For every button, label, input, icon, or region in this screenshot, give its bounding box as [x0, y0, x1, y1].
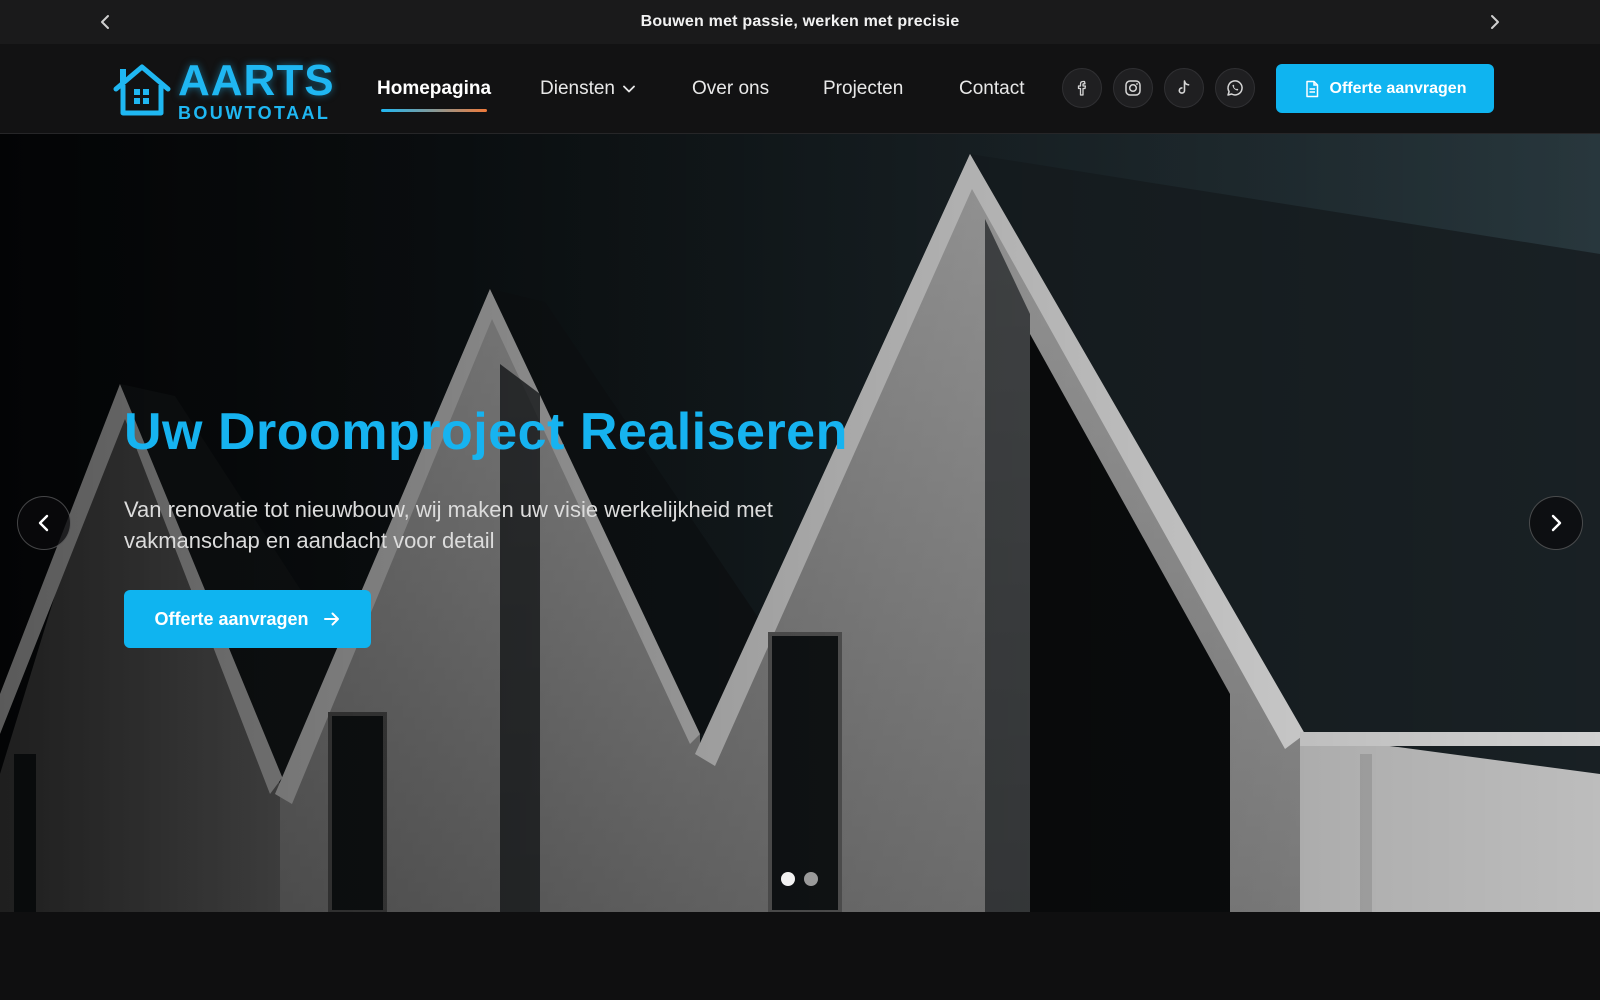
chevron-right-icon — [1491, 15, 1499, 29]
nav-item-label: Over ons — [692, 78, 770, 99]
chevron-down-icon — [623, 85, 635, 93]
whatsapp-button[interactable] — [1215, 68, 1255, 108]
announcement-next-button[interactable] — [1485, 12, 1505, 32]
chevron-left-icon — [101, 15, 109, 29]
site-header: AARTS BOUWTOTAAL Homepagina Diensten Ove… — [0, 44, 1600, 134]
hero-subtitle: Van renovatie tot nieuwbouw, wij maken u… — [124, 497, 773, 553]
slider-prev-button[interactable] — [17, 496, 71, 550]
logo-sub-text: BOUWTOTAAL — [178, 102, 331, 123]
hero-title: Uw Droomproject Realiseren — [124, 403, 848, 461]
nav-item-label: Projecten — [823, 78, 904, 99]
slider-dot-1[interactable] — [781, 872, 795, 886]
instagram-icon — [1125, 80, 1141, 96]
nav-item-label: Diensten — [540, 78, 615, 99]
hero-slider: Uw Droomproject Realiseren Van renovatie… — [0, 134, 1600, 912]
facebook-icon — [1077, 80, 1087, 96]
nav-item-label: Homepagina — [377, 78, 492, 99]
nav-item-diensten[interactable]: Diensten — [540, 44, 635, 134]
facebook-button[interactable] — [1062, 68, 1102, 108]
nav-item-projecten[interactable]: Projecten — [823, 44, 903, 134]
header-quote-button[interactable]: Offerte aanvragen — [1276, 64, 1494, 113]
hero-quote-button-label: Offerte aanvragen — [154, 608, 309, 629]
hero-quote-button[interactable]: Offerte aanvragen — [124, 590, 371, 648]
page-below-fold — [0, 912, 1600, 1000]
whatsapp-icon — [1227, 80, 1243, 96]
instagram-button[interactable] — [1113, 68, 1153, 108]
chevron-right-icon — [1551, 514, 1562, 532]
chevron-left-icon — [38, 514, 49, 532]
nav-item-label: Contact — [959, 78, 1025, 99]
announcement-text: Bouwen met passie, werken met precisie — [640, 13, 960, 30]
slider-next-button[interactable] — [1529, 496, 1583, 550]
nav-item-over-ons[interactable]: Over ons — [692, 44, 769, 134]
announcement-prev-button[interactable] — [95, 12, 115, 32]
nav-item-contact[interactable]: Contact — [959, 44, 1024, 134]
tiktok-button[interactable] — [1164, 68, 1204, 108]
house-icon — [113, 64, 171, 116]
slider-dot-2[interactable] — [804, 872, 818, 886]
logo-main-text: AARTS — [178, 55, 335, 105]
logo[interactable]: AARTS BOUWTOTAAL — [112, 55, 337, 123]
announcement-bar: Bouwen met passie, werken met precisie — [0, 0, 1600, 44]
document-icon — [1305, 80, 1318, 97]
tiktok-icon — [1178, 80, 1190, 94]
arrow-right-icon — [323, 612, 339, 626]
nav-item-homepagina[interactable]: Homepagina — [377, 44, 491, 134]
active-nav-underline — [381, 109, 488, 112]
header-quote-button-label: Offerte aanvragen — [1329, 79, 1467, 97]
